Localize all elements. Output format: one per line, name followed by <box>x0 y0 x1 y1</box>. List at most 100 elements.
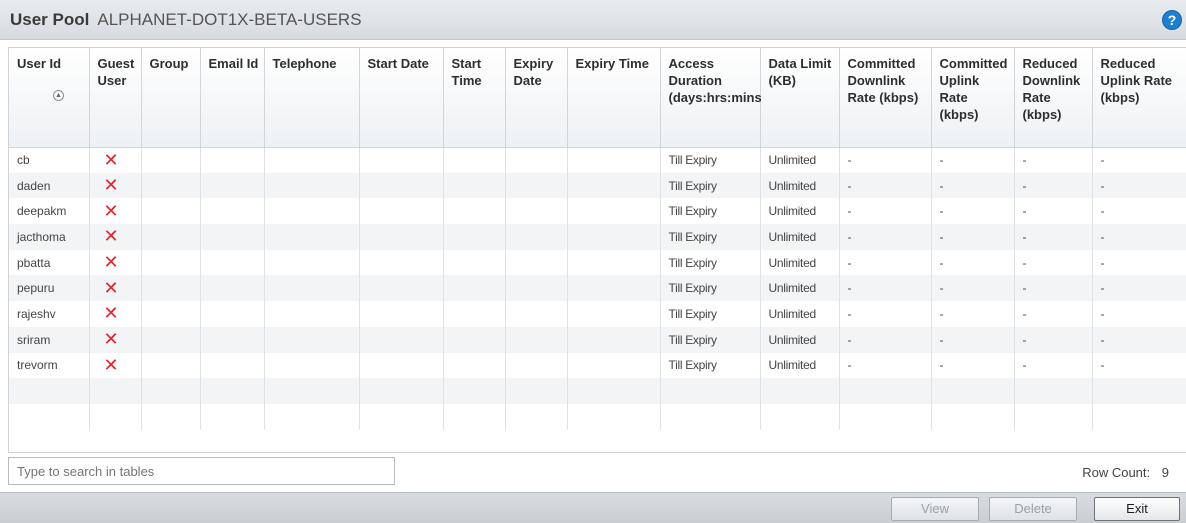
table-row[interactable]: daden ✕ Till Expiry Unlimited - - - - <box>9 172 1186 199</box>
group-cell <box>141 224 201 250</box>
start-time-cell <box>443 352 506 379</box>
guest-user-cell: ✕ <box>89 224 142 250</box>
empty-cell <box>505 378 568 404</box>
start-time-cell <box>443 301 506 327</box>
reduced-uplink-cell: - <box>1092 224 1186 250</box>
column-header[interactable]: Data Limit (KB) <box>760 48 840 148</box>
column-header[interactable]: Expiry Date <box>505 48 568 148</box>
column-header-label: Start Time <box>451 56 482 88</box>
column-header[interactable]: Committed Uplink Rate (kbps) <box>931 48 1015 148</box>
reduced-downlink-cell: - <box>1014 352 1093 379</box>
row-count-value: 9 <box>1161 465 1169 480</box>
empty-cell <box>567 403 661 430</box>
table-row[interactable]: deepakm ✕ Till Expiry Unlimited - - - - <box>9 198 1186 225</box>
table-row[interactable]: pepuru ✕ Till Expiry Unlimited - - - - <box>9 275 1186 302</box>
expiry-time-cell <box>567 172 661 199</box>
access-duration-cell: Till Expiry <box>660 172 761 199</box>
empty-cell <box>9 403 90 430</box>
telephone-cell <box>264 147 360 173</box>
committed-downlink-cell: - <box>839 172 932 199</box>
user-id-cell: cb <box>9 147 90 173</box>
column-header[interactable]: Reduced Uplink Rate (kbps) <box>1092 48 1186 148</box>
x-mark-icon: ✕ <box>103 200 119 222</box>
column-header[interactable]: Reduced Downlink Rate (kbps) <box>1014 48 1093 148</box>
email-cell <box>200 352 265 379</box>
expiry-time-cell <box>567 147 661 173</box>
column-header[interactable]: Email Id <box>200 48 265 148</box>
empty-cell <box>660 378 761 404</box>
table-row[interactable]: cb ✕ Till Expiry Unlimited - - - - <box>9 147 1186 173</box>
x-mark-icon: ✕ <box>103 277 119 299</box>
x-mark-icon: ✕ <box>103 329 119 351</box>
x-mark-icon: ✕ <box>103 226 119 248</box>
column-header[interactable]: Committed Downlink Rate (kbps) <box>839 48 932 148</box>
guest-user-cell: ✕ <box>89 249 142 276</box>
empty-cell <box>200 378 265 404</box>
empty-cell <box>359 403 444 430</box>
column-header[interactable]: Telephone <box>264 48 360 148</box>
column-header-label: Reduced Uplink Rate (kbps) <box>1100 56 1173 105</box>
column-header-label: Email Id <box>208 56 259 71</box>
committed-uplink-cell: - <box>931 198 1015 225</box>
x-mark-icon: ✕ <box>103 149 119 171</box>
column-header[interactable]: Group <box>141 48 201 148</box>
reduced-uplink-cell: - <box>1092 172 1186 199</box>
data-limit-cell: Unlimited <box>760 172 840 199</box>
start-date-cell <box>359 326 444 353</box>
guest-user-cell: ✕ <box>89 301 142 327</box>
access-duration-cell: Till Expiry <box>660 224 761 250</box>
expiry-time-cell <box>567 224 661 250</box>
column-header-label: Expiry Date <box>513 56 554 88</box>
email-cell <box>200 326 265 353</box>
data-limit-cell: Unlimited <box>760 301 840 327</box>
footer-toolbar: View Delete Exit <box>0 492 1186 523</box>
empty-cell <box>443 378 506 404</box>
empty-cell <box>1092 403 1186 430</box>
column-header[interactable]: Start Time <box>443 48 506 148</box>
empty-cell <box>567 378 661 404</box>
committed-downlink-cell: - <box>839 249 932 276</box>
column-header[interactable]: Guest User <box>89 48 142 148</box>
group-cell <box>141 172 201 199</box>
committed-uplink-cell: - <box>931 326 1015 353</box>
email-cell <box>200 301 265 327</box>
committed-uplink-cell: - <box>931 172 1015 199</box>
column-header[interactable]: Expiry Time <box>567 48 661 148</box>
reduced-downlink-cell: - <box>1014 224 1093 250</box>
view-button[interactable]: View <box>891 497 979 521</box>
table-row[interactable]: jacthoma ✕ Till Expiry Unlimited - - - - <box>9 224 1186 250</box>
committed-uplink-cell: - <box>931 249 1015 276</box>
column-header-label: Group <box>149 56 189 71</box>
exit-button[interactable]: Exit <box>1094 497 1180 521</box>
column-header[interactable]: User Id ▲ <box>9 48 90 148</box>
group-cell <box>141 275 201 302</box>
start-date-cell <box>359 275 444 302</box>
column-header-label: Reduced Downlink Rate (kbps) <box>1022 56 1081 122</box>
group-cell <box>141 326 201 353</box>
column-header-label: Committed Downlink Rate (kbps) <box>847 56 919 105</box>
help-icon[interactable]: ? <box>1162 10 1182 30</box>
column-header[interactable]: Access Duration (days:hrs:mins:secs) <box>660 48 799 148</box>
x-mark-icon: ✕ <box>103 354 119 376</box>
table-row[interactable]: pbatta ✕ Till Expiry Unlimited - - - - <box>9 249 1186 276</box>
reduced-uplink-cell: - <box>1092 249 1186 276</box>
table-search-input[interactable] <box>8 457 395 485</box>
table-row[interactable]: trevorm ✕ Till Expiry Unlimited - - - - <box>9 352 1186 379</box>
empty-cell <box>839 403 932 430</box>
user-id-cell: rajeshv <box>9 301 90 327</box>
expiry-date-cell <box>505 352 568 379</box>
column-header-label: Committed Uplink Rate (kbps) <box>939 56 1008 122</box>
start-time-cell <box>443 172 506 199</box>
column-header[interactable]: Start Date <box>359 48 444 148</box>
reduced-downlink-cell: - <box>1014 172 1093 199</box>
reduced-uplink-cell: - <box>1092 326 1186 353</box>
email-cell <box>200 147 265 173</box>
guest-user-cell: ✕ <box>89 198 142 225</box>
sort-ascending-icon[interactable]: ▲ <box>53 90 64 101</box>
start-date-cell <box>359 352 444 379</box>
table-row[interactable]: rajeshv ✕ Till Expiry Unlimited - - - - <box>9 301 1186 327</box>
table-row[interactable]: sriram ✕ Till Expiry Unlimited - - - - <box>9 326 1186 353</box>
expiry-date-cell <box>505 249 568 276</box>
empty-cell <box>505 403 568 430</box>
delete-button[interactable]: Delete <box>989 497 1077 521</box>
